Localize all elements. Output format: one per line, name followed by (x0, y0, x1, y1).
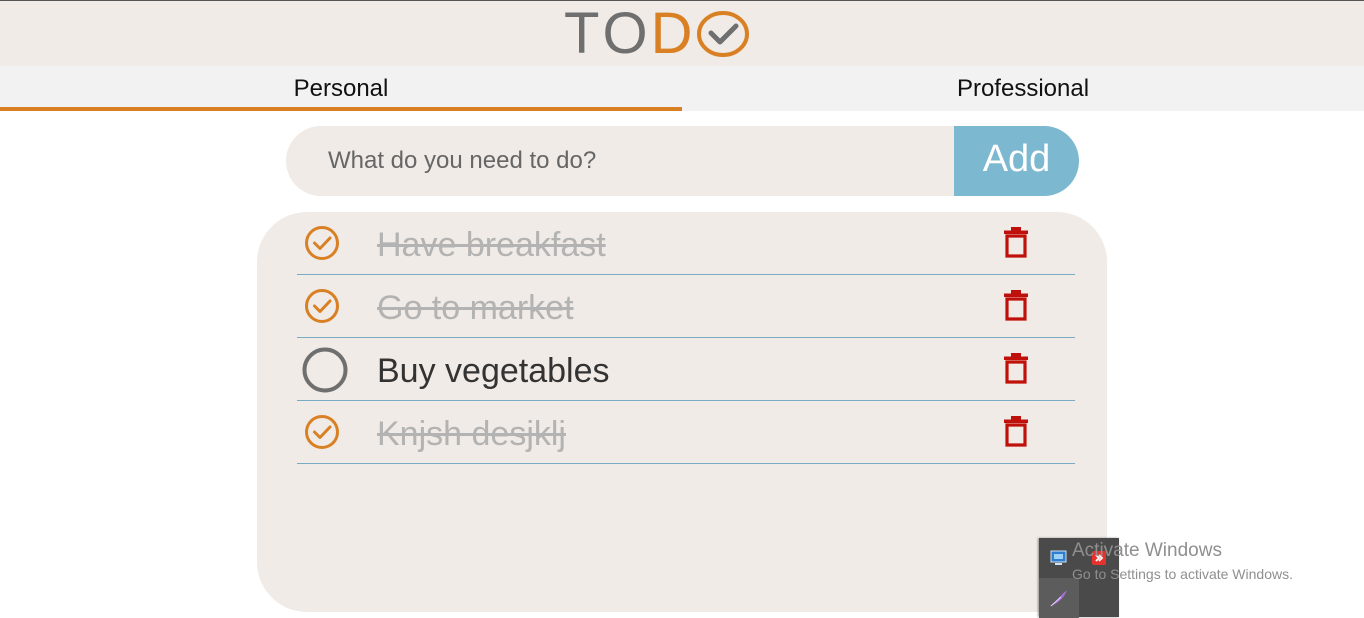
todo-item: Buy vegetables (297, 338, 1075, 401)
todo-item: Have breakfast (297, 212, 1075, 275)
logo-letter-o: O (602, 1, 649, 66)
check-circle-icon (695, 9, 751, 59)
todo-item: Knjsh desjklj (297, 401, 1075, 464)
todo-text: Go to market (377, 289, 574, 327)
trash-icon[interactable] (1003, 226, 1029, 258)
empty-circle-icon[interactable] (301, 346, 349, 394)
category-tabs: Personal Professional (0, 66, 1364, 111)
checked-circle-icon[interactable] (303, 224, 341, 262)
logo-letter-d: D (650, 1, 694, 66)
checked-circle-icon[interactable] (303, 287, 341, 325)
todo-text: Knjsh desjklj (377, 415, 566, 453)
new-todo-input[interactable] (286, 126, 954, 196)
trash-icon[interactable] (1003, 415, 1029, 447)
active-tab-indicator (0, 107, 682, 111)
todo-list: Have breakfast Go to market Buy vegetabl… (297, 212, 1075, 464)
tab-professional[interactable]: Professional (682, 66, 1364, 111)
watermark-subtitle: Go to Settings to activate Windows. (1072, 566, 1293, 582)
checked-circle-icon[interactable] (303, 413, 341, 451)
app-header: T O D (0, 1, 1364, 66)
todo-logo: T O D (564, 5, 751, 63)
todo-text: Buy vegetables (377, 352, 610, 390)
todo-item: Go to market (297, 275, 1075, 338)
feather-pen-icon[interactable] (1039, 578, 1079, 618)
logo-letter-t: T (564, 1, 601, 66)
add-button[interactable]: Add (954, 126, 1079, 196)
trash-icon[interactable] (1003, 289, 1029, 321)
watermark-title: Activate Windows (1072, 540, 1222, 561)
tab-personal[interactable]: Personal (0, 66, 682, 111)
todo-text: Have breakfast (377, 226, 606, 264)
todo-list-panel: Have breakfast Go to market Buy vegetabl… (257, 212, 1107, 612)
activate-windows-watermark: Activate Windows Go to Settings to activ… (1072, 540, 1293, 584)
trash-icon[interactable] (1003, 352, 1029, 384)
add-todo-form: Add (286, 126, 1079, 196)
